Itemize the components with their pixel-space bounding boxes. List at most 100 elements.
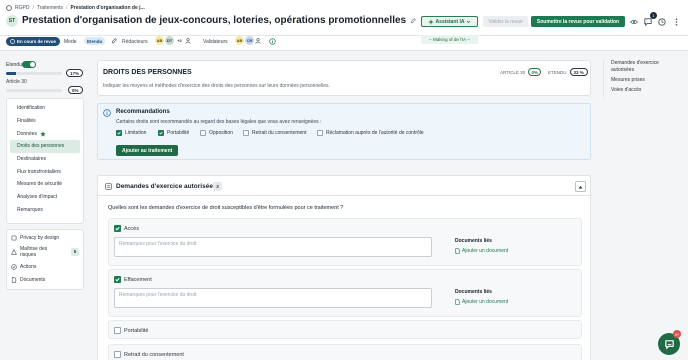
reco-opposition[interactable]: Opposition [200,130,243,136]
linked-docs-label: Documents liés [455,289,492,295]
risk-icon [11,248,17,255]
etendu-percent-badge: 17% [66,69,84,77]
section-header-card: DROITS DES PERSONNES Indiquer les moyens… [97,60,591,96]
page-title-text: Prestation d'organisation de jeux-concou… [22,15,407,26]
treatment-initials-badge: ST [6,15,18,27]
reco-label: Opposition [209,130,233,136]
avatar-more: +2 [177,38,182,43]
article-30-label: ARTICLE 30 [500,69,526,75]
right-label: Effacement [124,276,152,283]
notification-badge: 1 [650,12,657,19]
reco-label: Portabilité [167,130,190,136]
reco-retrait-consentement[interactable]: Retrait du consentement [243,130,317,136]
etendu-section-percent: 33 % [569,68,588,76]
nav-item-destinataires[interactable]: Destinataires [10,153,80,166]
edit-icon[interactable] [410,17,416,24]
eye-icon[interactable] [629,17,638,26]
add-to-treatment-button[interactable]: Ajouter au traitement [116,145,179,156]
checkbox-empty-icon [114,351,121,358]
nav-item-remarques[interactable]: Remarques [10,204,80,217]
avatar: AB [155,36,164,45]
nav-item-label: Documents [20,277,46,283]
toc-item-mesures[interactable]: Mesures prises [611,77,683,84]
validateurs-avatars[interactable]: AB CR [235,36,261,45]
chevron-down-icon [466,19,471,24]
info-icon[interactable] [269,38,276,45]
nav-item-label: Maîtrise des risques [20,245,48,258]
user-icon [255,37,261,44]
etendu-progress-fill [6,72,16,75]
list-icon [105,183,112,190]
toc-item-voies[interactable]: Voies d'accès [611,87,683,94]
mode-value[interactable]: Etendu [84,37,106,45]
more-options-icon[interactable] [672,17,681,26]
avatar: AB [235,36,244,45]
avatar: DT [165,36,174,45]
info-icon [103,109,111,117]
recommendations-panel: Recommandations Certains droits sont rec… [97,103,591,160]
status-badge: En cours de revue [6,37,61,46]
reco-portabilite[interactable]: Portabilité [158,130,200,136]
assistant-ia-label: Assistant IA [435,18,465,25]
breadcrumb-traitements[interactable]: Traitements [37,5,63,11]
checkbox-empty-icon [317,130,323,136]
nav-item-identification[interactable]: Identification [10,102,80,115]
checkbox-checked-icon [114,225,121,232]
demandes-question: Quelles sont les demandes d'exercice de … [108,205,344,211]
nav-item-documents[interactable]: Documents [11,274,79,286]
checkbox-checked-icon [116,130,122,136]
add-document-link[interactable]: Ajouter un document [455,299,508,305]
reco-limitation[interactable]: Limitation [116,130,158,136]
nav-item-privacy-by-design[interactable]: Privacy by design [11,232,79,243]
nav-item-analyses-impact[interactable]: Analyses d'impact [10,191,80,204]
making-of-ia-link[interactable]: -- Making of de l'IA -- [421,35,478,44]
section-nav: Identification Finalités Données Droits … [6,98,84,224]
star-icon [40,131,46,137]
etendu-progress-bar [6,72,62,75]
reco-label: Limitation [125,130,147,136]
right-portabilite-checkbox[interactable]: Portabilité [114,327,148,334]
document-icon [11,277,17,283]
redacteurs-avatars[interactable]: AB DT +2 [155,36,191,45]
toc-item-demandes[interactable]: Demandes d'exercice autorisées [611,60,673,74]
nav-item-finalites[interactable]: Finalités [10,115,80,128]
clock-icon [10,39,15,44]
reco-reclamation[interactable]: Réclamation auprès de l'autorité de cont… [317,130,424,136]
submit-review-button[interactable]: Soumettre la revue pour validation [531,16,625,27]
nav-item-actions[interactable]: Actions [11,260,79,274]
checkbox-checked-icon [114,276,121,283]
checkbox-empty-icon [114,327,121,334]
remarks-textarea[interactable]: Remarques pour l'exercice du droit [114,237,432,257]
document-add-icon [455,299,460,305]
right-effacement-checkbox[interactable]: Effacement [114,276,152,283]
page-title: Prestation d'organisation de jeux-concou… [22,15,416,26]
article-30-label: Article 30 [6,79,27,85]
remarks-textarea[interactable]: Remarques pour l'exercice du droit [114,288,432,308]
add-document-link[interactable]: Ajouter un document [455,248,508,254]
recommendations-title: Recommandations [116,109,170,115]
nav-item-flux-transfrontaliers[interactable]: Flux transfrontaliers [10,165,80,178]
collapse-button[interactable] [575,181,586,192]
breadcrumb: RGPD / Traitements / Prestation d'organi… [6,5,145,11]
nav-item-maitrise-des-risques[interactable]: Maîtrise des risques 5 [11,243,79,260]
etendu-toggle[interactable] [22,61,36,68]
demandes-card: Demandes d'exercice autorisées 3 Quelles… [97,175,591,360]
breadcrumb-separator: / [66,5,68,11]
nav-item-mesures-de-securite[interactable]: Mesures de sécurité [10,178,80,191]
nav-item-droits-des-personnes[interactable]: Droits des personnes [10,140,80,153]
right-retrait-checkbox[interactable]: Retrait du consentement [114,351,184,358]
risk-count-badge: 5 [71,247,79,256]
chevron-up-icon [578,185,583,189]
checkbox-empty-icon [200,130,206,136]
right-label: Retrait du consentement [124,351,184,358]
validate-review-button[interactable]: Valider la revue [483,16,528,27]
nav-item-donnees[interactable]: Données [10,127,80,140]
demandes-count-badge: 3 [213,182,222,191]
article-30-progress: ARTICLE 30 0% [500,68,542,76]
history-icon[interactable] [657,17,666,26]
nav-item-label: Privacy by design [20,234,60,241]
assistant-ia-button[interactable]: Assistant IA [421,16,478,27]
breadcrumb-root[interactable]: RGPD [15,5,29,11]
right-acces-checkbox[interactable]: Accès [114,225,139,232]
actions-icon [11,264,17,270]
